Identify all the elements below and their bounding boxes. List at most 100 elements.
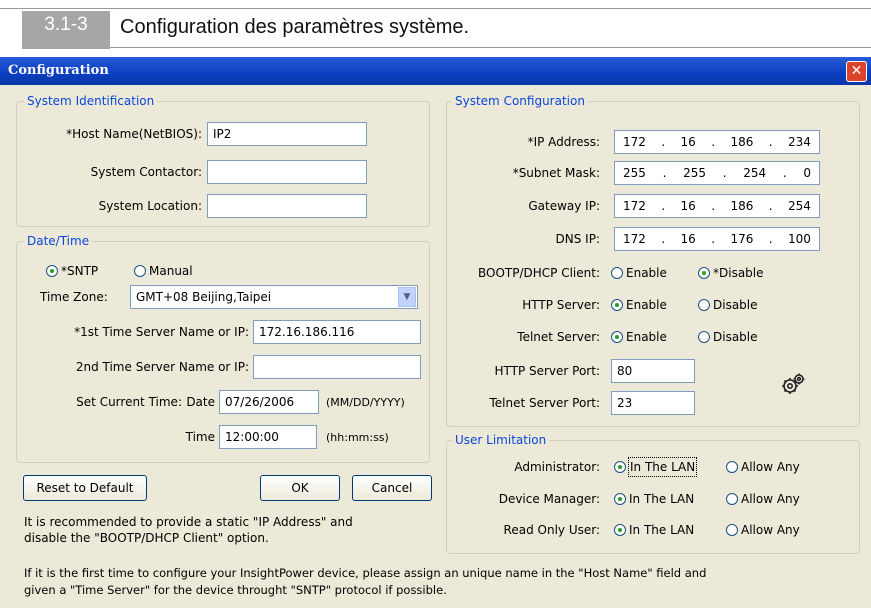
http-enable-radio[interactable]: Enable	[611, 296, 667, 314]
administrator-lan-dot[interactable]	[614, 461, 626, 473]
time-server2-input[interactable]	[253, 355, 421, 379]
first-time-note-line2: given a "Time Server" for the device thr…	[24, 583, 447, 597]
recommendation-note-line1: It is recommended to provide a static "I…	[24, 515, 353, 529]
ip-octet[interactable]: 100	[788, 232, 811, 246]
telnet-disable-label: Disable	[713, 330, 758, 344]
ip-octet[interactable]: 16	[681, 135, 696, 149]
http-port-input[interactable]: 80	[611, 359, 695, 383]
system-contactor-label: System Contactor:	[90, 165, 202, 179]
bootp-dhcp-label: BOOTP/DHCP Client:	[478, 266, 600, 280]
ok-button[interactable]: OK	[260, 475, 340, 501]
bootp-enable-label: Enable	[626, 266, 667, 280]
manual-radio[interactable]: Manual	[134, 262, 193, 280]
ip-octet[interactable]: 172	[623, 135, 646, 149]
window-title: Configuration	[8, 63, 109, 78]
telnet-server-label: Telnet Server:	[517, 330, 600, 344]
administrator-any-dot[interactable]	[726, 461, 738, 473]
http-enable-dot[interactable]	[611, 299, 623, 311]
ip-octet[interactable]: 255	[623, 166, 646, 180]
set-current-time-label: Set Current Time:	[76, 395, 182, 409]
header-underline	[110, 47, 871, 48]
http-port-label: HTTP Server Port:	[494, 364, 600, 378]
close-button[interactable]: ✕	[846, 61, 867, 82]
read-only-lan-dot[interactable]	[614, 524, 626, 536]
title-bar[interactable]: Configuration ✕	[0, 57, 871, 85]
sntp-radio[interactable]: *SNTP	[46, 262, 98, 280]
gear-icon[interactable]	[778, 370, 808, 400]
telnet-disable-radio[interactable]: Disable	[698, 328, 758, 346]
ip-octet[interactable]: 16	[681, 199, 696, 213]
date-input[interactable]: 07/26/2006	[219, 390, 319, 414]
telnet-enable-label: Enable	[626, 330, 667, 344]
time-server1-input[interactable]: 172.16.186.116	[253, 320, 421, 344]
telnet-port-label: Telnet Server Port:	[489, 396, 600, 410]
device-manager-any-dot[interactable]	[726, 493, 738, 505]
ip-octet[interactable]: 176	[730, 232, 753, 246]
read-only-any-dot[interactable]	[726, 524, 738, 536]
recommendation-note-line2: disable the "BOOTP/DHCP Client" option.	[24, 531, 269, 545]
reset-to-default-button[interactable]: Reset to Default	[23, 475, 147, 501]
ip-octet[interactable]: 172	[623, 232, 646, 246]
telnet-disable-dot[interactable]	[698, 331, 710, 343]
ip-octet[interactable]: 16	[681, 232, 696, 246]
ip-octet[interactable]: 234	[788, 135, 811, 149]
read-only-lan-radio[interactable]: In The LAN	[614, 521, 694, 539]
administrator-label: Administrator:	[514, 460, 600, 474]
bootp-enable-radio[interactable]: Enable	[611, 264, 667, 282]
telnet-port-input[interactable]: 23	[611, 391, 695, 415]
read-only-any-radio[interactable]: Allow Any	[726, 521, 800, 539]
chevron-down-icon[interactable]: ▼	[398, 287, 416, 307]
configuration-window: Configuration ✕ System Identification *H…	[0, 57, 871, 608]
administrator-lan-radio[interactable]: In The LAN	[614, 457, 698, 477]
manual-radio-dot[interactable]	[134, 265, 146, 277]
http-disable-dot[interactable]	[698, 299, 710, 311]
device-manager-any-label: Allow Any	[741, 492, 800, 506]
system-contactor-input[interactable]	[207, 160, 367, 184]
device-manager-lan-radio[interactable]: In The LAN	[614, 490, 694, 508]
bootp-disable-dot[interactable]	[698, 267, 710, 279]
administrator-lan-label: In The LAN	[627, 457, 698, 477]
ip-address-label: *IP Address:	[527, 135, 600, 149]
device-manager-any-radio[interactable]: Allow Any	[726, 490, 800, 508]
http-disable-radio[interactable]: Disable	[698, 296, 758, 314]
ip-octet[interactable]: 186	[730, 135, 753, 149]
bootp-enable-dot[interactable]	[611, 267, 623, 279]
administrator-any-radio[interactable]: Allow Any	[726, 458, 800, 476]
telnet-enable-radio[interactable]: Enable	[611, 328, 667, 346]
http-disable-label: Disable	[713, 298, 758, 312]
first-time-note-line1: If it is the first time to configure you…	[24, 566, 707, 580]
ip-address-input[interactable]: 172. 16. 186. 234	[614, 130, 820, 154]
dns-ip-input[interactable]: 172. 16. 176. 100	[614, 227, 820, 251]
administrator-any-label: Allow Any	[741, 460, 800, 474]
time-zone-label: Time Zone:	[40, 290, 108, 304]
ip-octet[interactable]: 254	[743, 166, 766, 180]
gateway-ip-label: Gateway IP:	[528, 199, 600, 213]
read-only-any-label: Allow Any	[741, 523, 800, 537]
time-zone-value: GMT+08 Beijing,Taipei	[136, 290, 272, 304]
host-name-input[interactable]: IP2	[207, 122, 367, 146]
ip-octet[interactable]: 172	[623, 199, 646, 213]
time-zone-select[interactable]: GMT+08 Beijing,Taipei ▼	[130, 285, 418, 309]
bootp-disable-radio[interactable]: *Disable	[698, 264, 764, 282]
read-only-lan-label: In The LAN	[629, 523, 695, 537]
http-enable-label: Enable	[626, 298, 667, 312]
ip-octet[interactable]: 254	[788, 199, 811, 213]
system-location-input[interactable]	[207, 194, 367, 218]
sntp-radio-dot[interactable]	[46, 265, 58, 277]
system-configuration-legend: System Configuration	[452, 94, 588, 108]
ip-octet[interactable]: 0	[803, 166, 811, 180]
telnet-enable-dot[interactable]	[611, 331, 623, 343]
gateway-ip-input[interactable]: 172. 16. 186. 254	[614, 194, 820, 218]
http-server-label: HTTP Server:	[522, 298, 600, 312]
ip-octet[interactable]: 255	[683, 166, 706, 180]
dns-ip-label: DNS IP:	[555, 232, 600, 246]
system-identification-legend: System Identification	[24, 94, 158, 108]
cancel-button[interactable]: Cancel	[352, 475, 432, 501]
close-icon: ✕	[850, 63, 863, 79]
time-input[interactable]: 12:00:00	[219, 425, 317, 449]
bootp-disable-label: *Disable	[713, 266, 764, 280]
section-title: Configuration des paramètres système.	[120, 16, 470, 38]
subnet-mask-input[interactable]: 255. 255. 254. 0	[614, 161, 820, 185]
device-manager-lan-dot[interactable]	[614, 493, 626, 505]
ip-octet[interactable]: 186	[730, 199, 753, 213]
